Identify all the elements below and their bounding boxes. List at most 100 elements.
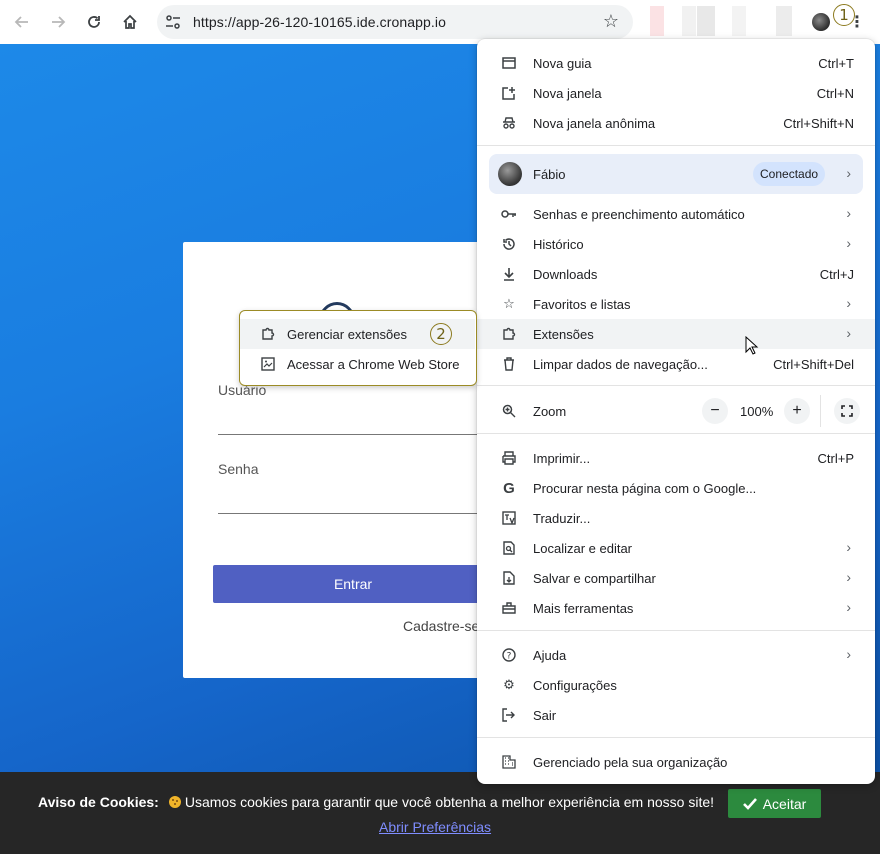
menu-label: Ajuda [533, 648, 567, 663]
menu-label: Mais ferramentas [533, 601, 634, 616]
new-tab-icon [501, 55, 517, 71]
menu-label: Nova guia [533, 56, 592, 71]
menu-label: Downloads [533, 267, 598, 282]
extension-icon[interactable] [697, 6, 715, 36]
signup-link[interactable]: Cadastre-se [403, 618, 479, 634]
accept-label: Aceitar [762, 795, 807, 812]
fullscreen-button[interactable] [834, 398, 860, 424]
password-label: Senha [218, 461, 259, 477]
help-icon: ? [501, 647, 517, 663]
printer-icon [501, 450, 517, 466]
web-store-icon [260, 356, 276, 372]
menu-item-new-window[interactable]: Nova janela Ctrl+N [477, 78, 875, 108]
chevron-right-icon: › [846, 599, 851, 615]
menu-item-save-share[interactable]: Salvar e compartilhar › [477, 563, 875, 593]
extension-icon[interactable] [682, 6, 696, 36]
forward-icon[interactable] [46, 10, 70, 34]
chevron-right-icon: › [846, 539, 851, 555]
gear-icon: ⚙ [503, 677, 515, 692]
password-input[interactable] [218, 513, 488, 514]
chevron-right-icon: › [846, 569, 851, 585]
menu-label: Localizar e editar [533, 541, 632, 556]
chevron-right-icon: › [846, 646, 851, 662]
menu-shortcut: Ctrl+N [816, 86, 854, 101]
cookie-banner: Aviso de Cookies: Usamos cookies para gar… [0, 772, 880, 854]
menu-label: Favoritos e listas [533, 297, 631, 312]
extension-icon[interactable] [776, 6, 792, 36]
fullscreen-icon [841, 405, 853, 417]
mouse-cursor-icon [745, 336, 759, 355]
toolbox-icon [501, 600, 517, 616]
menu-label: Limpar dados de navegação... [533, 357, 708, 372]
menu-item-profile[interactable]: Fábio Conectado › [489, 154, 863, 194]
cookie-title: Aviso de Cookies: [38, 794, 159, 810]
menu-label: Imprimir... [533, 451, 591, 466]
menu-item-incognito[interactable]: Nova janela anônima Ctrl+Shift+N [477, 108, 875, 138]
chevron-right-icon: › [846, 165, 851, 181]
chevron-right-icon: › [846, 235, 851, 251]
menu-divider [477, 630, 875, 631]
puzzle-icon [501, 326, 517, 342]
menu-item-more-tools[interactable]: Mais ferramentas › [477, 593, 875, 623]
login-button[interactable]: Entrar [213, 565, 493, 603]
menu-item-passwords[interactable]: Senhas e preenchimento automático › [477, 199, 875, 229]
check-icon [742, 797, 757, 810]
menu-item-extensions[interactable]: Extensões › [477, 319, 875, 349]
exit-icon [501, 707, 517, 723]
reload-icon[interactable] [82, 10, 106, 34]
menu-item-bookmarks[interactable]: ☆ Favoritos e listas › [477, 289, 875, 319]
address-bar[interactable]: https://app-26-120-10165.ide.cronapp.io … [157, 5, 633, 39]
menu-label: Sair [533, 708, 557, 723]
menu-item-help[interactable]: ? Ajuda › [477, 640, 875, 670]
menu-divider [477, 385, 875, 386]
cookie-preferences-link[interactable]: Abrir Preferências [379, 819, 491, 835]
menu-divider [477, 145, 875, 146]
menu-label: Extensões [533, 327, 594, 342]
url-text[interactable]: https://app-26-120-10165.ide.cronapp.io [193, 14, 446, 30]
menu-item-new-tab[interactable]: Nova guia Ctrl+T [477, 48, 875, 78]
menu-label: Nova janela anônima [533, 116, 656, 131]
menu-item-settings[interactable]: ⚙ Configurações [477, 670, 875, 700]
menu-item-clear-data[interactable]: Limpar dados de navegação... Ctrl+Shift+… [477, 349, 875, 379]
menu-item-managed[interactable]: Gerenciado pela sua organização [477, 747, 875, 777]
key-icon [501, 206, 517, 222]
submenu-item-web-store[interactable]: Acessar a Chrome Web Store [240, 349, 475, 379]
trash-icon [501, 356, 517, 372]
home-icon[interactable] [118, 10, 142, 34]
save-share-icon [501, 570, 517, 586]
username-input[interactable] [218, 434, 488, 435]
cookie-icon [168, 796, 181, 808]
menu-shortcut: Ctrl+Shift+Del [773, 357, 854, 372]
chrome-menu-kebab-icon[interactable]: ⋮ [847, 12, 867, 32]
zoom-out-button[interactable]: − [702, 398, 728, 424]
building-icon [501, 754, 517, 770]
incognito-icon [501, 115, 517, 131]
cookie-message-line: Aviso de Cookies: Usamos cookies para gar… [38, 794, 714, 810]
menu-shortcut: Ctrl+T [818, 56, 854, 71]
menu-label: Senhas e preenchimento automático [533, 207, 745, 222]
find-page-icon [501, 540, 517, 556]
menu-shortcut: Ctrl+Shift+N [783, 116, 854, 131]
menu-item-print[interactable]: Imprimir... Ctrl+P [477, 443, 875, 473]
profile-name: Fábio [533, 167, 566, 182]
menu-item-history[interactable]: Histórico › [477, 229, 875, 259]
extensions-submenu: Gerenciar extensões Acessar a Chrome Web… [239, 310, 477, 386]
accept-cookies-button[interactable]: Aceitar [728, 789, 821, 818]
site-info-icon[interactable] [165, 14, 181, 30]
chevron-right-icon: › [846, 325, 851, 341]
back-icon[interactable] [10, 10, 34, 34]
menu-item-downloads[interactable]: Downloads Ctrl+J [477, 259, 875, 289]
new-window-icon [501, 85, 517, 101]
bookmark-star-icon[interactable]: ☆ [603, 11, 619, 32]
extension-icon[interactable] [732, 6, 746, 36]
menu-item-exit[interactable]: Sair [477, 700, 875, 730]
profile-avatar[interactable] [812, 13, 830, 31]
menu-item-translate[interactable]: Traduzir... [477, 503, 875, 533]
menu-item-google-search[interactable]: G Procurar nesta página com o Google... [477, 473, 875, 503]
extension-icon[interactable] [650, 6, 664, 36]
zoom-in-button[interactable]: + [784, 398, 810, 424]
download-icon [501, 266, 517, 282]
menu-label: Configurações [533, 678, 617, 693]
puzzle-icon [260, 326, 276, 342]
menu-item-find-edit[interactable]: Localizar e editar › [477, 533, 875, 563]
